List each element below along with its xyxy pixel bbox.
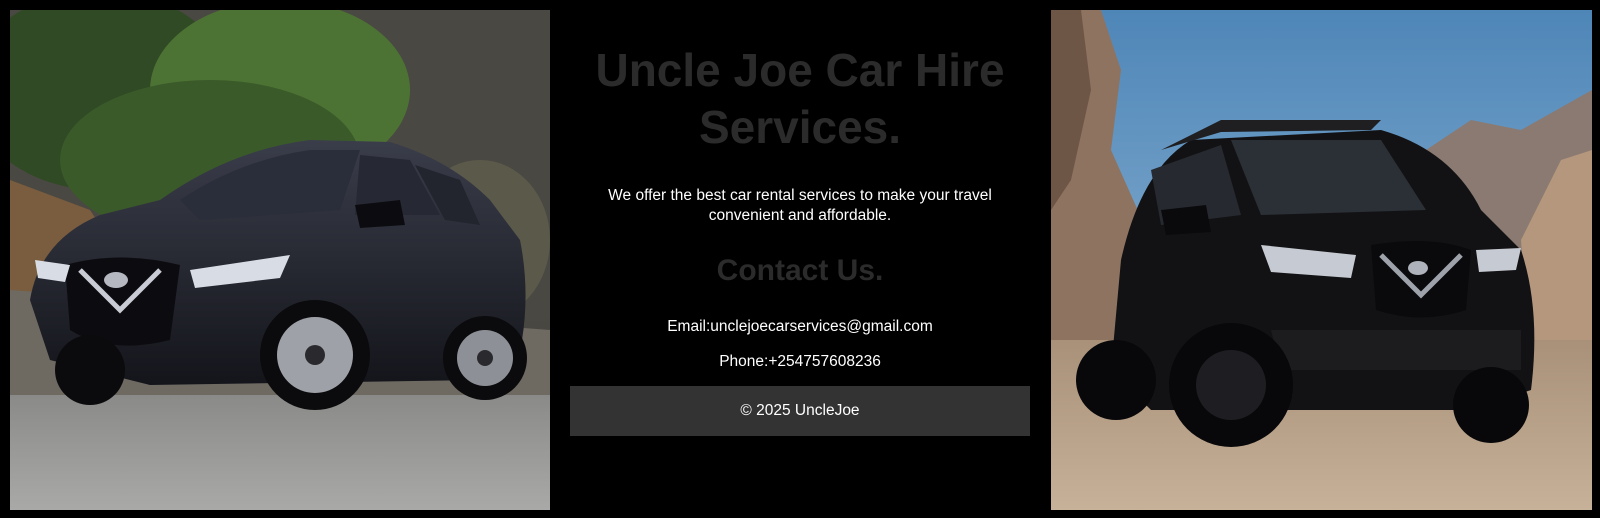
site-title: Uncle Joe Car Hire Services. — [595, 44, 1005, 153]
sedan-car-image — [10, 10, 550, 510]
sedan-illustration — [10, 10, 550, 510]
footer-bar: © 2025 UncleJoe — [570, 386, 1030, 436]
contact-phone: Phone:+254757608236 — [719, 353, 881, 370]
contact-email: Email:unclejoecarservices@gmail.com — [667, 318, 933, 335]
contact-heading: Contact Us. — [716, 254, 884, 287]
tagline: We offer the best car rental services to… — [608, 187, 992, 224]
copyright-text: © 2025 UncleJoe — [740, 402, 860, 419]
suv-car-image — [1051, 10, 1592, 510]
page: Uncle Joe Car Hire Services. We offer th… — [0, 0, 1600, 518]
suv-illustration — [1051, 10, 1592, 510]
center-panel: Uncle Joe Car Hire Services. We offer th… — [570, 10, 1030, 510]
